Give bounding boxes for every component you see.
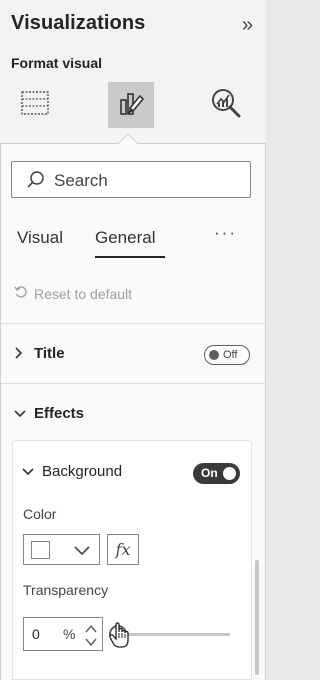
tab-general[interactable]: General [95, 228, 155, 248]
search-icon [26, 170, 46, 195]
search-input[interactable]: Search [54, 171, 108, 191]
section-divider [1, 383, 265, 384]
scrollbar[interactable] [255, 560, 259, 675]
title-section-header[interactable]: Title [14, 345, 65, 362]
transparency-stepper[interactable]: 0 % [23, 617, 103, 651]
reset-label: Reset to default [34, 285, 133, 302]
undo-icon [14, 285, 28, 302]
effects-section-label: Effects [34, 405, 85, 422]
transparency-label: Transparency [23, 582, 109, 598]
effects-section-header[interactable]: Effects [14, 405, 84, 422]
hand-cursor-icon [107, 620, 133, 655]
color-picker-dropdown[interactable] [23, 534, 100, 565]
chevron-down-icon [22, 464, 34, 480]
color-label: Color [23, 506, 57, 522]
background-section-label: Background [42, 463, 123, 480]
search-box[interactable]: Search [11, 161, 251, 198]
stepper-down-icon[interactable] [84, 635, 98, 647]
conditional-formatting-fx-button[interactable]: fx [107, 534, 139, 565]
build-visual-button[interactable] [12, 82, 58, 128]
format-visual-heading: Format visual [11, 55, 103, 71]
visualizations-pane: Visualizations » Format visual Search Vi… [0, 0, 266, 680]
analytics-icon [210, 87, 242, 124]
title-toggle-label: Off [223, 349, 238, 361]
chevron-right-icon [14, 346, 26, 362]
background-section-header[interactable]: Background [22, 463, 122, 480]
format-visual-button[interactable] [108, 82, 154, 128]
title-toggle[interactable]: Off [204, 345, 250, 365]
pane-title: Visualizations [11, 12, 146, 34]
chevron-down-icon [74, 543, 90, 561]
collapse-pane-button[interactable]: » [242, 12, 253, 38]
title-section-label: Title [34, 345, 65, 362]
reset-to-default-button[interactable]: Reset to default [14, 285, 132, 302]
transparency-value[interactable]: 0 [32, 626, 40, 642]
toggle-knob [209, 350, 219, 360]
build-visual-icon [20, 90, 50, 121]
section-divider [1, 323, 265, 324]
stepper-up-icon[interactable] [84, 622, 98, 634]
tab-visual[interactable]: Visual [17, 228, 63, 248]
analytics-button[interactable] [203, 82, 249, 128]
chevron-down-icon [14, 406, 26, 422]
active-tab-indicator [95, 256, 165, 258]
more-options-button[interactable]: ··· [214, 223, 237, 243]
background-toggle-label: On [201, 466, 218, 480]
color-swatch [31, 541, 50, 559]
background-toggle[interactable]: On [193, 463, 240, 484]
transparency-unit: % [63, 626, 76, 642]
toggle-knob [223, 467, 236, 480]
format-visual-icon [116, 88, 146, 123]
